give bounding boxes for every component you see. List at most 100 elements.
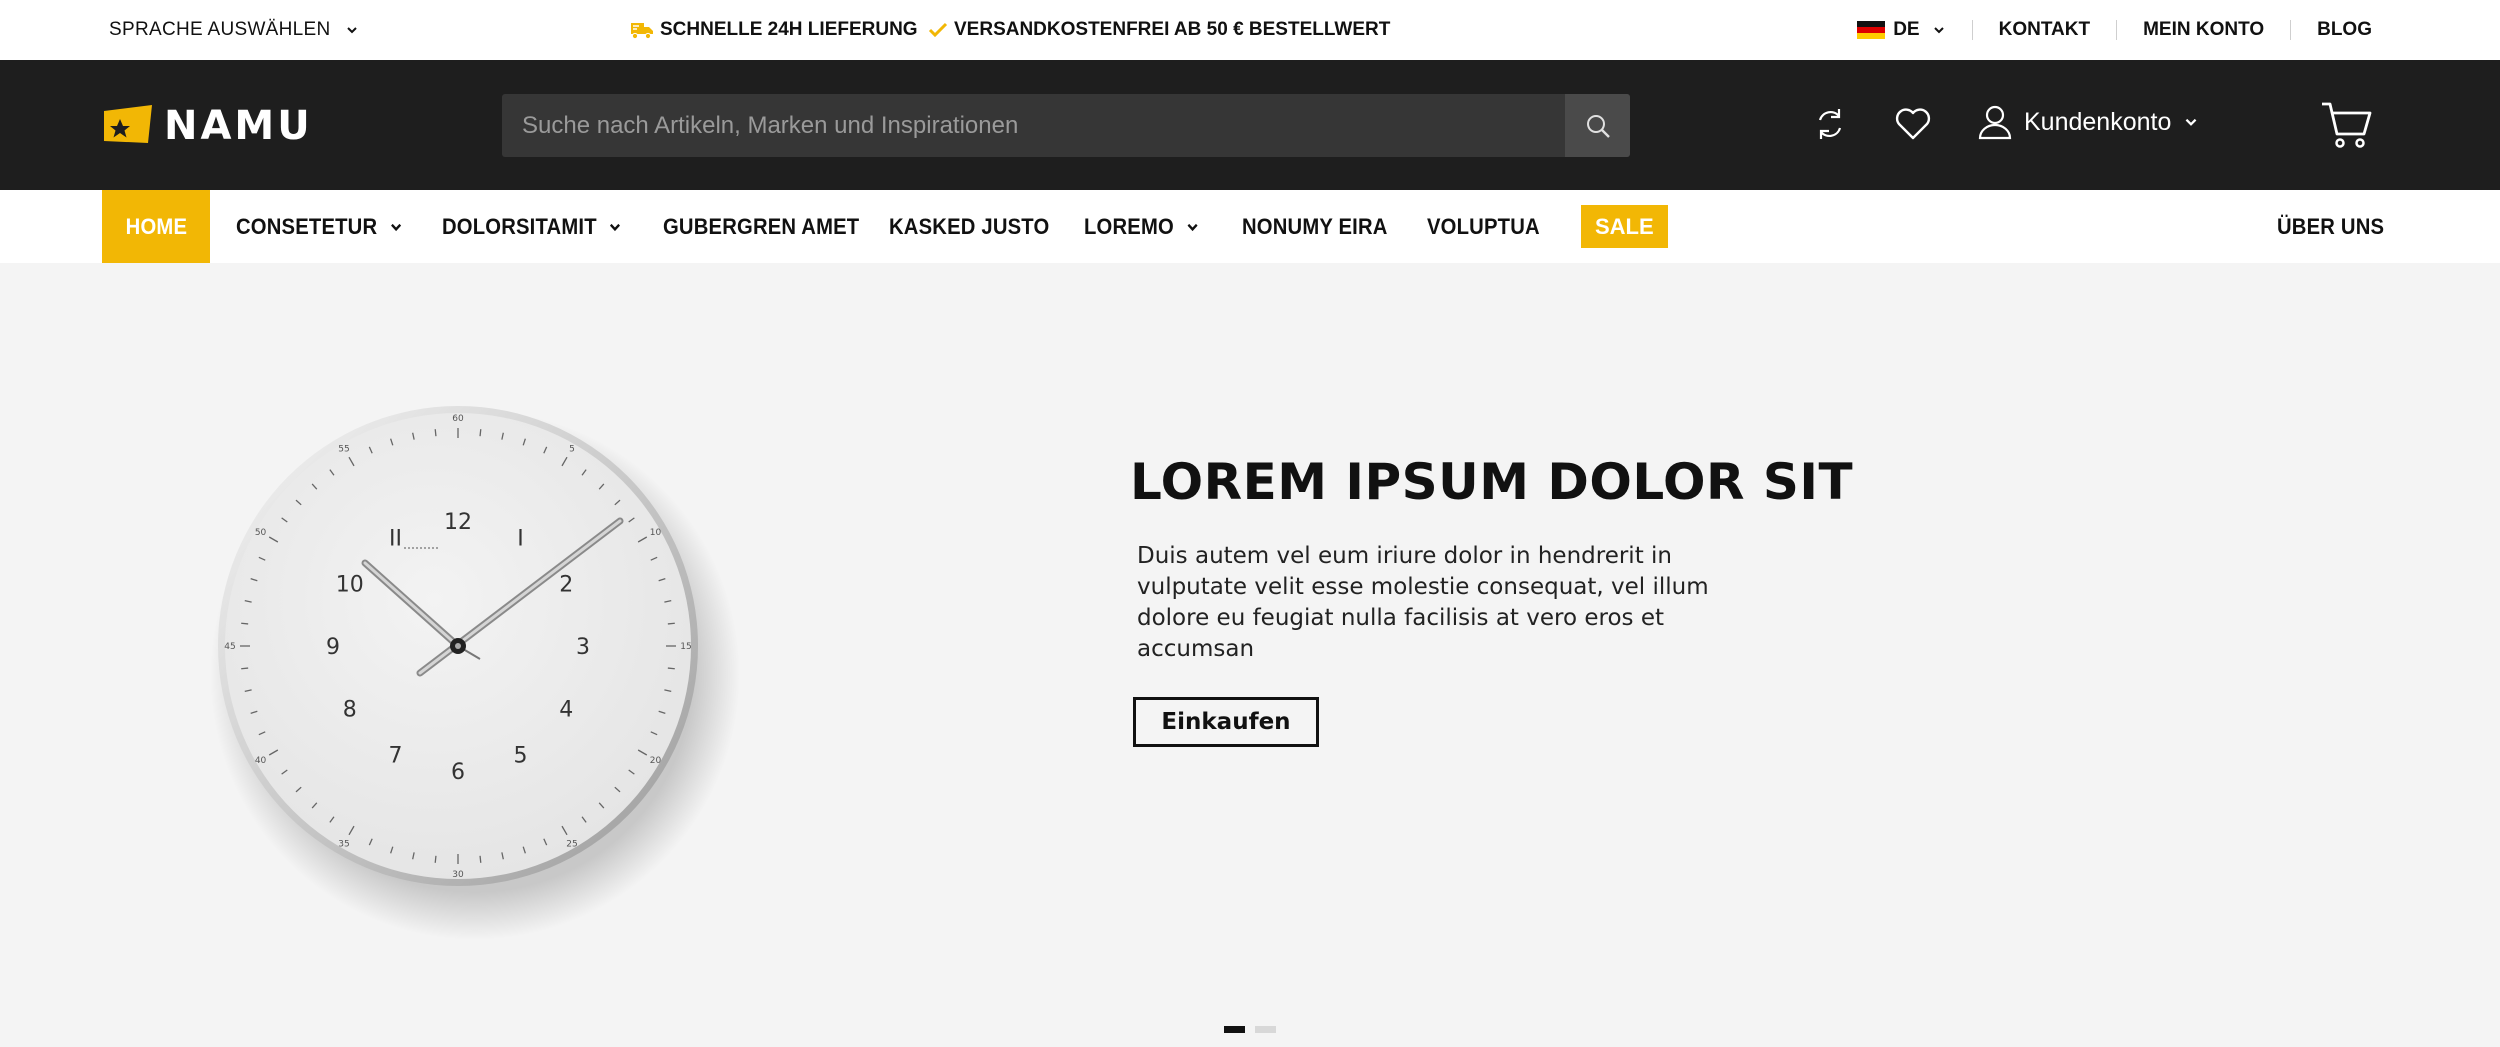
- cart-icon[interactable]: [2320, 100, 2372, 150]
- hero-description: Duis autem vel eum iriure dolor in hendr…: [1137, 543, 1709, 662]
- usp-delivery: SCHNELLE 24H LIEFERUNG: [630, 0, 918, 60]
- divider: [1971, 20, 1973, 40]
- hero-image-clock: I 2 3 4 5 6 7 8 9 10 II 12 5 10 15 20 25 30 35 40 45 50 55 60: [190, 383, 750, 943]
- nav-item-gubergren-amet[interactable]: GUBERGREN AMET: [663, 190, 859, 263]
- search-bar: [502, 94, 1630, 157]
- clock-numeral: 7: [389, 743, 403, 768]
- main-header: NAMU Kundenkonto: [0, 60, 2500, 190]
- nav-item-about[interactable]: ÜBER UNS: [2277, 190, 2384, 263]
- language-select-label: SPRACHE AUSWÄHLEN: [109, 19, 331, 40]
- contact-link[interactable]: KONTAKT: [1999, 19, 2090, 41]
- clock-minute-label: 35: [338, 839, 349, 849]
- nav-item-label: NONUMY EIRA: [1242, 213, 1388, 239]
- chevron-down-icon: [390, 223, 401, 231]
- check-icon: [928, 22, 948, 38]
- logo[interactable]: NAMU: [102, 103, 313, 149]
- clock-numeral: 4: [559, 698, 573, 723]
- my-account-link[interactable]: MEIN KONTO: [2143, 19, 2264, 41]
- meta-navigation: DE KONTAKT MEIN KONTO BLOG: [1857, 0, 2372, 60]
- nav-item-label: CONSETETUR: [236, 213, 378, 239]
- clock-numeral: 5: [514, 743, 528, 768]
- logo-icon: [104, 105, 152, 143]
- clock-tick: [667, 667, 675, 670]
- nav-item-label: KASKED JUSTO: [889, 213, 1050, 239]
- clock-minute-label: 20: [650, 756, 662, 766]
- chevron-down-icon: [346, 27, 357, 34]
- logo-text: NAMU: [164, 103, 313, 149]
- nav-item-label: LOREMO: [1084, 213, 1174, 239]
- nav-item-sale[interactable]: SALE: [1581, 205, 1668, 248]
- locale-label: DE: [1893, 19, 1920, 40]
- nav-item-label: DOLORSITAMIT: [442, 213, 597, 239]
- hero-title: LOREM IPSUM DOLOR SIT: [1130, 453, 1854, 511]
- chevron-down-icon: [610, 223, 621, 231]
- clock-numeral: 9: [326, 635, 340, 660]
- usp-delivery-label: SCHNELLE 24H LIEFERUNG: [660, 19, 918, 40]
- clock-minute-label: 30: [452, 870, 464, 880]
- clock-minute-label: 55: [338, 445, 349, 455]
- nav-item-label: ÜBER UNS: [2277, 213, 2385, 239]
- search-icon: [1586, 114, 1610, 138]
- clock-minute-label: 10: [650, 528, 662, 538]
- nav-item-label: VOLUPTUA: [1427, 213, 1540, 239]
- account-label: Kundenkonto: [2024, 107, 2172, 136]
- heart-icon[interactable]: [1894, 106, 1932, 142]
- clock-minute-label: 50: [255, 528, 267, 538]
- clock-numeral: II: [389, 527, 402, 552]
- user-icon: [1978, 105, 2012, 140]
- top-bar: SPRACHE AUSWÄHLEN SCHNELLE 24H LIEFERUNG…: [0, 0, 2500, 60]
- clock-numeral: 2: [559, 573, 573, 598]
- clock-tick: [479, 429, 482, 437]
- truck-icon: [631, 23, 653, 40]
- clock-numeral: 6: [451, 760, 465, 785]
- chevron-down-icon: [2185, 118, 2197, 126]
- chevron-down-icon: [1933, 27, 1944, 34]
- nav-item-label: HOME: [125, 213, 187, 239]
- divider: [2116, 20, 2118, 40]
- search-button[interactable]: [1565, 94, 1630, 157]
- nav-item-label: GUBERGREN AMET: [663, 213, 860, 239]
- usp-shipping-label: VERSANDKOSTENFREI AB 50 € BESTELLWERT: [954, 19, 1391, 40]
- clock-minute-label: 40: [255, 756, 267, 766]
- clock-tick: [667, 622, 675, 625]
- clock-tick: [241, 667, 249, 670]
- clock-illustration: I2345678910II12 51015202530354045505560: [210, 406, 740, 940]
- clock-minute-label: 60: [452, 414, 464, 424]
- nav-item-loremo[interactable]: LOREMO: [1084, 190, 1200, 263]
- clock-tick: [479, 855, 482, 863]
- nav-item-dolorsitamit[interactable]: DOLORSITAMIT: [442, 190, 623, 263]
- hero-slider: I 2 3 4 5 6 7 8 9 10 II 12 5 10 15 20 25 30 35 40 45 50 55 60 …: [0, 263, 2500, 1047]
- divider: [2290, 20, 2292, 40]
- search-input[interactable]: [502, 94, 1565, 157]
- usp-shipping: VERSANDKOSTENFREI AB 50 € BESTELLWERT: [928, 0, 1390, 60]
- slider-dot-1[interactable]: [1224, 1026, 1245, 1033]
- shop-now-button[interactable]: Einkaufen: [1133, 697, 1319, 747]
- language-select[interactable]: SPRACHE AUSWÄHLEN: [109, 0, 359, 60]
- blog-link[interactable]: BLOG: [2317, 19, 2372, 41]
- nav-item-voluptua[interactable]: VOLUPTUA: [1427, 190, 1540, 263]
- slider-dot-2[interactable]: [1255, 1026, 1276, 1033]
- locale-select[interactable]: DE: [1857, 19, 1945, 41]
- clock-tick: [434, 429, 437, 437]
- clock-tick: [434, 855, 437, 863]
- clock-numeral: 12: [444, 510, 472, 535]
- nav-item-home[interactable]: HOME: [102, 190, 210, 263]
- clock-numeral: 3: [576, 635, 590, 660]
- compare-icon[interactable]: [1812, 106, 1848, 142]
- clock-minute-label: 45: [224, 642, 235, 652]
- clock-tick: [241, 622, 249, 625]
- clock-numeral: 10: [336, 573, 364, 598]
- account-menu[interactable]: Kundenkonto: [1978, 104, 2199, 140]
- clock-minute-label: 25: [566, 839, 577, 849]
- clock-minute-label: 5: [569, 445, 575, 455]
- main-navigation: HOME CONSETETUR DOLORSITAMIT GUBERGREN A…: [0, 190, 2500, 263]
- nav-item-consetetur[interactable]: CONSETETUR: [236, 190, 403, 263]
- nav-item-kasked-justo[interactable]: KASKED JUSTO: [889, 190, 1049, 263]
- chevron-down-icon: [1187, 223, 1198, 231]
- nav-item-nonumy-eira[interactable]: NONUMY EIRA: [1242, 190, 1388, 263]
- clock-minute-label: 15: [680, 642, 691, 652]
- clock-numeral: 8: [343, 698, 357, 723]
- flag-de-icon: [1857, 21, 1886, 39]
- clock-numeral: I: [517, 527, 524, 552]
- slider-pagination: [1224, 1026, 1276, 1033]
